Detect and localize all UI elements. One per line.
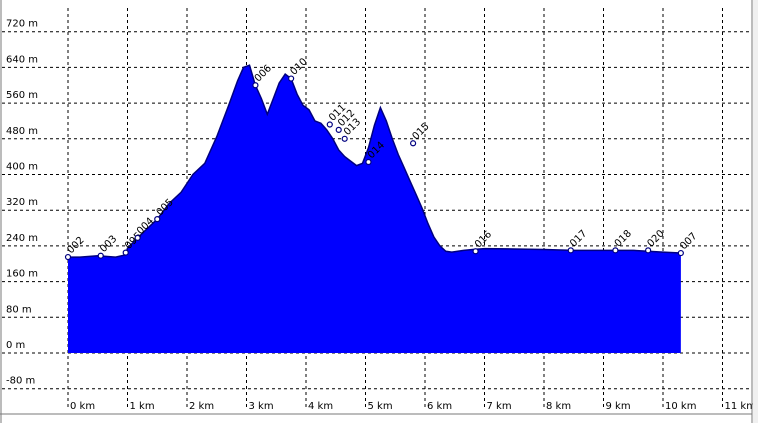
y-tick-label: 320 m [6, 197, 38, 208]
y-tick-label: 560 m [6, 90, 38, 101]
y-tick-label: 640 m [6, 54, 38, 65]
y-tick-label: -80 m [6, 376, 35, 387]
waypoint-marker [645, 247, 652, 254]
x-tick-label: 8 km [546, 401, 571, 412]
waypoint-marker [154, 216, 161, 223]
y-tick-label: 400 m [6, 162, 38, 173]
x-tick-label: 7 km [487, 401, 512, 412]
y-tick-label: 240 m [6, 233, 38, 244]
y-tick-label: 0 m [6, 340, 25, 351]
x-tick-label: 1 km [130, 401, 155, 412]
x-tick-label: 2 km [189, 401, 214, 412]
x-tick-label: 6 km [427, 401, 452, 412]
waypoint-marker [335, 126, 342, 133]
elevation-profile-chart: 002 003 095004005006 010011012013014015016 0… [0, 0, 758, 423]
waypoint-marker [612, 247, 619, 254]
waypoint-marker [341, 135, 348, 142]
x-tick-label: 11 km [725, 401, 756, 412]
x-tick-label: 5 km [368, 401, 393, 412]
x-tick-label: 0 km [70, 401, 95, 412]
waypoint-marker [97, 252, 104, 259]
x-tick-label: 10 km [665, 401, 696, 412]
waypoint-marker [252, 82, 259, 89]
right-scroll-gutter [753, 0, 758, 423]
x-tick-label: 3 km [249, 401, 274, 412]
x-tick-label: 9 km [606, 401, 631, 412]
y-tick-label: 480 m [6, 126, 38, 137]
y-tick-label: 160 m [6, 269, 38, 280]
waypoint-marker [326, 121, 333, 128]
waypoint-marker [567, 247, 574, 254]
waypoint-marker [134, 234, 141, 241]
elevation-profile-window: 002 003 095 004 005 006 010 011 012 013 014 015 016 0… [0, 0, 758, 423]
waypoint-marker [677, 249, 684, 257]
y-tick-label: 80 m [6, 304, 32, 315]
waypoint-marker [64, 253, 72, 261]
waypoint-marker [410, 140, 417, 147]
waypoint-marker [365, 158, 372, 166]
y-tick-label: 720 m [6, 19, 38, 30]
x-tick-label: 4 km [308, 401, 333, 412]
waypoint-marker [472, 248, 479, 255]
waypoint-marker [122, 249, 129, 256]
waypoint-marker [288, 75, 295, 82]
